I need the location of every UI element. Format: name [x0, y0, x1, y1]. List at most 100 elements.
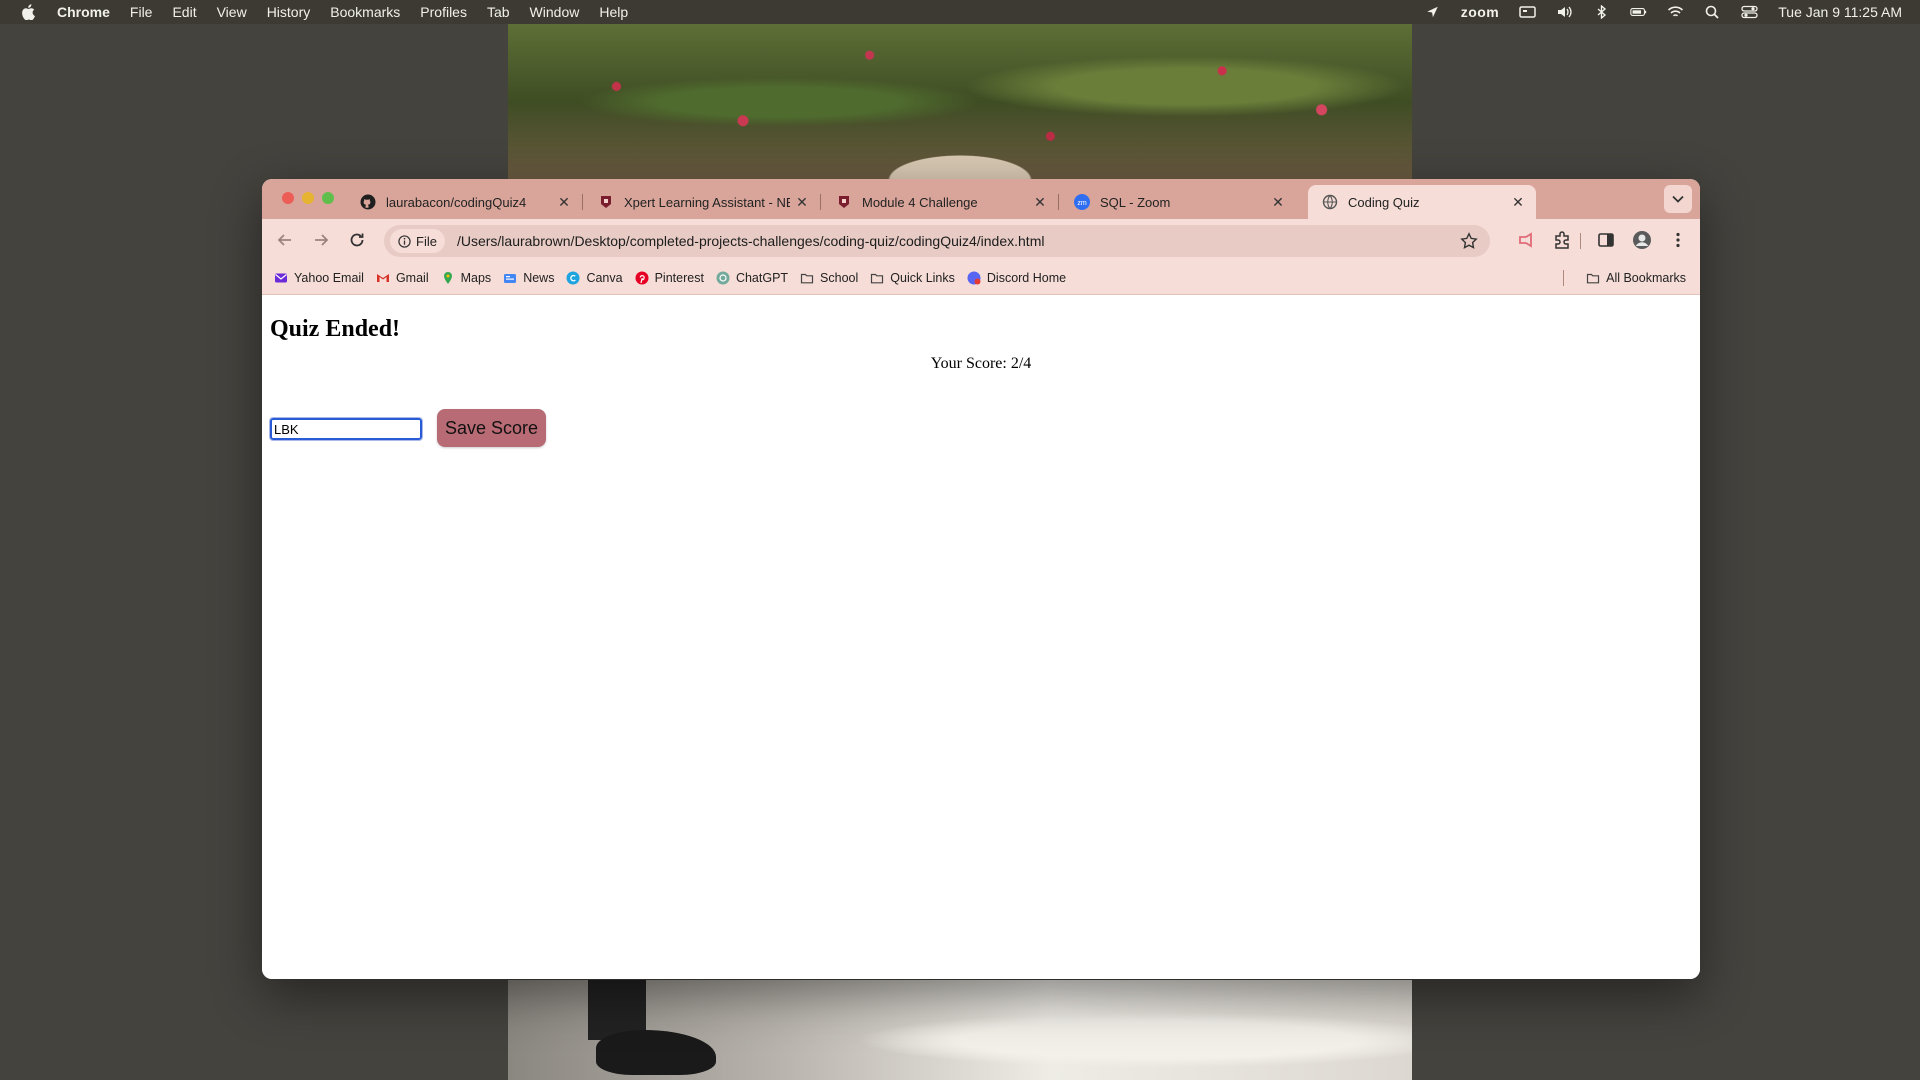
bookmark-label: School [820, 270, 859, 285]
yahoo-mail-icon [275, 273, 287, 282]
apple-logo-icon[interactable] [21, 4, 35, 20]
chevron-down-icon [1672, 195, 1684, 203]
tab-title: Module 4 Challenge [862, 194, 978, 210]
tab-sql-zoom[interactable]: zm SQL - Zoom ✕ [1060, 185, 1296, 219]
volume-icon[interactable] [1556, 5, 1573, 19]
all-bookmarks-label: All Bookmarks [1606, 271, 1686, 285]
zoom-icon: zm [1074, 194, 1090, 210]
bookmark-discord-home[interactable]: Discord Home [967, 271, 1066, 285]
folder-icon [1587, 273, 1600, 284]
bookmark-news[interactable]: News [503, 271, 554, 285]
tab-close-icon[interactable]: ✕ [1506, 194, 1530, 211]
profile-avatar-icon[interactable] [1632, 230, 1652, 250]
battery-icon[interactable] [1630, 5, 1647, 19]
spotlight-search-icon[interactable] [1704, 5, 1721, 19]
tab-close-icon[interactable]: ✕ [552, 194, 576, 211]
url-text[interactable]: /Users/laurabrown/Desktop/completed-proj… [457, 233, 1045, 249]
wifi-icon[interactable] [1667, 5, 1684, 19]
window-minimize-button[interactable] [302, 192, 314, 204]
bookmark-label: Yahoo Email [294, 270, 364, 285]
cast-extension-icon[interactable] [1516, 230, 1536, 250]
tab-xpert-learning-assistant[interactable]: Xpert Learning Assistant - NE ✕ [584, 185, 821, 219]
chrome-window: laurabacon/codingQuiz4 ✕ Xpert Learning … [262, 179, 1700, 979]
bookmarks-divider [1563, 270, 1564, 286]
control-center-icon[interactable] [1741, 5, 1758, 19]
menu-app-name[interactable]: Chrome [57, 4, 110, 20]
tab-title: Xpert Learning Assistant - NE [624, 194, 790, 210]
all-bookmarks-button[interactable]: All Bookmarks [1586, 261, 1686, 295]
menu-bookmarks[interactable]: Bookmarks [330, 4, 400, 20]
bookmark-label: Pinterest [654, 270, 704, 285]
menu-window[interactable]: Window [530, 4, 580, 20]
edx-icon [839, 196, 849, 208]
menu-file[interactable]: File [130, 4, 153, 20]
tab-close-icon[interactable]: ✕ [1028, 194, 1052, 211]
bookmark-label: ChatGPT [735, 270, 789, 285]
extensions-puzzle-icon[interactable] [1552, 230, 1572, 250]
maps-pin-icon [443, 271, 452, 284]
bookmark-canva[interactable]: Canva [566, 271, 623, 285]
tab-title: Coding Quiz [1348, 194, 1420, 210]
location-arrow-icon[interactable] [1424, 5, 1441, 19]
menu-help[interactable]: Help [599, 4, 628, 20]
reload-icon[interactable] [346, 229, 368, 251]
bookmark-yahoo-email[interactable]: Yahoo Email [274, 271, 364, 285]
tab-coding-quiz[interactable]: Coding Quiz ✕ [1308, 185, 1536, 219]
tab-search-button[interactable] [1664, 185, 1692, 213]
wallpaper-shoe-shape [596, 1030, 716, 1075]
menu-history[interactable]: History [267, 4, 311, 20]
browser-toolbar: File /Users/laurabrown/Desktop/completed… [262, 219, 1700, 261]
bookmark-pinterest[interactable]: Pinterest [635, 271, 704, 285]
tab-close-icon[interactable]: ✕ [790, 194, 814, 211]
menu-tab[interactable]: Tab [487, 4, 510, 20]
bookmark-chatgpt[interactable]: ChatGPT [716, 271, 788, 285]
side-panel-icon[interactable] [1596, 230, 1616, 250]
bookmark-label: Discord Home [986, 270, 1067, 285]
google-news-icon [504, 273, 517, 283]
pinterest-icon [635, 271, 649, 284]
tab-github-codingquiz4[interactable]: laurabacon/codingQuiz4 ✕ [346, 185, 583, 219]
bookmark-label: Quick Links [890, 270, 955, 285]
folder-icon [871, 273, 884, 283]
bluetooth-icon[interactable] [1593, 5, 1610, 19]
bookmark-gmail[interactable]: Gmail [376, 271, 429, 285]
display-icon[interactable] [1519, 5, 1536, 19]
back-arrow-icon[interactable] [274, 229, 296, 251]
zoom-status-label[interactable]: zoom [1461, 4, 1500, 20]
bookmark-folder-school[interactable]: School [800, 271, 858, 285]
bookmark-star-icon[interactable] [1460, 232, 1478, 250]
web-page-viewport: Quiz Ended! Your Score: 2/4 Save Score [262, 296, 1700, 979]
quiz-ended-heading: Quiz Ended! [270, 316, 401, 342]
menu-profiles[interactable]: Profiles [420, 4, 467, 20]
menu-edit[interactable]: Edit [172, 4, 196, 20]
bookmark-label: Gmail [395, 270, 429, 285]
folder-icon [800, 273, 814, 283]
edx-icon [601, 196, 611, 208]
tab-close-icon[interactable]: ✕ [1266, 194, 1290, 211]
tab-module-4-challenge[interactable]: Module 4 Challenge ✕ [822, 185, 1059, 219]
initials-input[interactable] [269, 417, 423, 441]
tab-strip: laurabacon/codingQuiz4 ✕ Xpert Learning … [262, 179, 1700, 219]
final-score-text: Your Score: 2/4 [930, 355, 1032, 372]
address-bar[interactable]: File /Users/laurabrown/Desktop/completed… [384, 225, 1490, 257]
toolbar-divider [1580, 233, 1581, 249]
bookmark-maps[interactable]: Maps [441, 270, 492, 285]
forward-arrow-icon[interactable] [310, 229, 332, 251]
bookmark-folder-quick-links[interactable]: Quick Links [870, 271, 955, 285]
more-menu-icon[interactable] [1668, 230, 1688, 250]
menubar-clock[interactable]: Tue Jan 9 11:25 AM [1778, 4, 1902, 20]
svg-text:zm: zm [1077, 200, 1087, 207]
window-close-button[interactable] [282, 192, 294, 204]
discord-icon [967, 271, 981, 284]
macos-menu-bar: Chrome File Edit View History Bookmarks … [0, 0, 1920, 24]
tab-title: laurabacon/codingQuiz4 [386, 194, 527, 210]
site-info-chip[interactable]: File [390, 229, 445, 253]
bookmark-label: News [523, 270, 555, 285]
menu-view[interactable]: View [217, 4, 247, 20]
tab-title: SQL - Zoom [1100, 194, 1171, 210]
github-icon [360, 194, 376, 210]
save-score-button[interactable]: Save Score [437, 409, 546, 447]
desktop-wallpaper-top [508, 24, 1412, 180]
bookmark-label: Maps [460, 270, 492, 285]
window-zoom-button[interactable] [322, 192, 334, 204]
